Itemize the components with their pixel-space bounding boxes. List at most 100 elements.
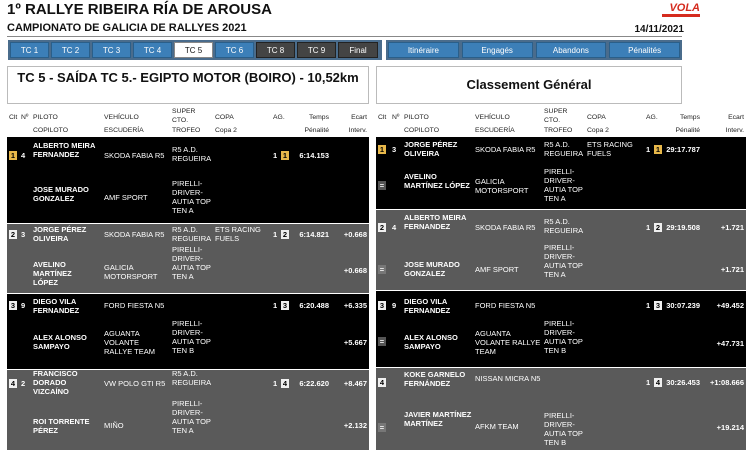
copilot-name[interactable]: ALEX ALONSO SAMPAYO: [33, 333, 98, 351]
interv: +19.214: [716, 423, 744, 432]
vehicle: SKODA FABIA R5: [104, 151, 165, 160]
ag-rank: 4: [654, 378, 662, 387]
col-interv: Interv.: [725, 127, 744, 134]
vola-logo: VOLA: [662, 3, 700, 17]
vehicle: VW POLO GTI R5: [104, 379, 166, 388]
trofeo: PIRELLI-DRIVER-AUTIA TOP TEN B: [544, 319, 583, 355]
car-number: 4: [21, 151, 26, 160]
col-copa: COPA: [587, 114, 606, 121]
col-copiloto: COPILOTO: [33, 127, 68, 134]
col-penalite: Pénalité: [675, 127, 700, 134]
position-badge: 3: [9, 301, 17, 310]
copilot-name[interactable]: ROI TORRENTE PÉREZ: [33, 417, 98, 435]
col-clt: Clt: [9, 114, 18, 121]
pilot-name[interactable]: DIEGO VILA FERNANDEZ: [404, 297, 472, 315]
tab-tc9[interactable]: TC 9: [297, 42, 336, 58]
car-number: 4: [392, 223, 397, 232]
col-clt: Clt: [378, 114, 387, 121]
copilot-name[interactable]: JOSE MURADO GONZALEZ: [404, 260, 472, 278]
general-title: Classement Général: [376, 66, 682, 104]
trofeo: PIRELLI-DRIVER-AUTIA TOP TEN A: [172, 399, 211, 435]
pilot-name[interactable]: FRANCISCO DORADO VIZCAÍNO: [33, 369, 98, 396]
position-change: =: [378, 423, 386, 432]
col-vehiculo: VEHÍCULO: [104, 114, 139, 121]
pilot-name[interactable]: DIEGO VILA FERNANDEZ: [33, 297, 98, 315]
ag-rank: 2: [654, 223, 662, 232]
interv: +5.667: [343, 338, 367, 347]
col-super: SUPER CTO.: [172, 108, 196, 124]
ecart: +0.668: [343, 230, 367, 239]
ag-rank: 1: [281, 151, 289, 160]
tab-tc5[interactable]: TC 5: [174, 42, 213, 58]
copilot-name[interactable]: AVELINO MARTÍNEZ LÓPEZ: [404, 172, 472, 190]
col-ecart: Ecart: [351, 114, 367, 121]
team: GALICIA MOTORSPORT: [104, 263, 158, 281]
nav-links: Itinéraire Engagés Abandons Pénalités: [386, 40, 682, 60]
link-engages[interactable]: Engagés: [461, 42, 533, 58]
ecart: +8.467: [343, 379, 367, 388]
car-number: 9: [21, 301, 26, 310]
tab-tc3[interactable]: TC 3: [92, 42, 131, 58]
header-divider: [7, 36, 682, 37]
ag-rank: 2: [281, 230, 289, 239]
col-ag: AG.: [273, 114, 285, 121]
tab-tc8[interactable]: TC 8: [256, 42, 295, 58]
trofeo: PIRELLI-DRIVER-AUTIA TOP TEN A: [544, 243, 583, 279]
col-vehiculo: VEHÍCULO: [475, 114, 510, 121]
link-penalites[interactable]: Pénalités: [609, 42, 680, 58]
link-abandons[interactable]: Abandons: [535, 42, 607, 58]
position-change: =: [378, 337, 386, 346]
total-time: 30:07.239: [666, 301, 700, 310]
col-penalite: Pénalité: [304, 127, 329, 134]
tab-tc6[interactable]: TC 6: [215, 42, 254, 58]
copilot-name[interactable]: ALEX ALONSO SAMPAYO: [404, 333, 472, 351]
stage-title: TC 5 - SAÍDA TC 5.- EGIPTO MOTOR (BOIRO)…: [7, 66, 369, 104]
team: GALICIA MOTORSPORT: [475, 177, 529, 195]
stage-time: 6:14.821: [299, 230, 329, 239]
position-badge: 2: [378, 223, 386, 232]
col-num: Nº: [21, 114, 29, 121]
team: AMF SPORT: [475, 265, 519, 274]
pilot-name[interactable]: ALBERTO MEIRA FERNANDEZ: [33, 141, 98, 159]
super-cto: R5 A.D. REGUEIRA: [544, 217, 584, 235]
team: MIÑO: [104, 421, 124, 430]
link-itineraire[interactable]: Itinéraire: [388, 42, 459, 58]
position-badge: 3: [378, 301, 386, 310]
pilot-name[interactable]: JORGE PÉREZ OLIVEIRA: [404, 140, 472, 158]
col-temps: Temps: [308, 114, 329, 121]
super-cto: R5 A.D. REGUEIRA: [172, 145, 212, 163]
pilot-name[interactable]: ALBERTO MEIRA FERNANDEZ: [404, 213, 472, 231]
trofeo: PIRELLI-DRIVER-AUTIA TOP TEN B: [544, 411, 583, 447]
stage-time: 6:22.620: [299, 379, 329, 388]
col-piloto: PILOTO: [404, 114, 429, 121]
tab-tc1[interactable]: TC 1: [10, 42, 49, 58]
pilot-name[interactable]: JORGE PÉREZ OLIVEIRA: [33, 225, 98, 243]
col-copa: COPA: [215, 114, 234, 121]
tab-final[interactable]: Final: [338, 42, 378, 58]
tab-tc4[interactable]: TC 4: [133, 42, 172, 58]
interv: +0.668: [343, 266, 367, 275]
position-badge: 2: [9, 230, 17, 239]
col-escuderia: ESCUDERÍA: [104, 127, 144, 134]
event-date: 14/11/2021: [634, 24, 685, 35]
super-cto: R5 A.D. REGUEIRA: [172, 225, 212, 243]
team: AMF SPORT: [104, 193, 148, 202]
stage-results-table: Clt Nº PILOTO COPILOTO VEHÍCULO ESCUDERÍ…: [7, 105, 369, 450]
stage-time: 6:20.488: [299, 301, 329, 310]
copilot-name[interactable]: JOSE MURADO GONZALEZ: [33, 185, 98, 203]
tab-tc2[interactable]: TC 2: [51, 42, 90, 58]
general-classification-table: Clt Nº PILOTO COPILOTO VEHÍCULO ESCUDERÍ…: [376, 105, 746, 450]
col-temps: Temps: [679, 114, 700, 121]
interv: +2.132: [343, 421, 367, 430]
car-number: 3: [21, 230, 26, 239]
copilot-name[interactable]: AVELINO MARTÍNEZ LÓPEZ: [33, 260, 98, 287]
copilot-name[interactable]: JAVIER MARTÍNEZ MARTÍNEZ: [404, 410, 472, 428]
championship-subtitle: CAMPIONATO DE GALICIA DE RALLYES 2021: [7, 22, 247, 34]
car-number: 3: [392, 145, 397, 154]
pilot-name[interactable]: KOKE GARNELO FERNÁNDEZ: [404, 370, 472, 388]
ecart: +49.452: [716, 301, 744, 310]
ag-rank: 3: [281, 301, 289, 310]
stage-tabs: TC 1 TC 2 TC 3 TC 4 TC 5 TC 6 TC 8 TC 9 …: [8, 40, 382, 60]
car-number: 9: [392, 301, 397, 310]
ag-group: 1: [646, 301, 651, 310]
